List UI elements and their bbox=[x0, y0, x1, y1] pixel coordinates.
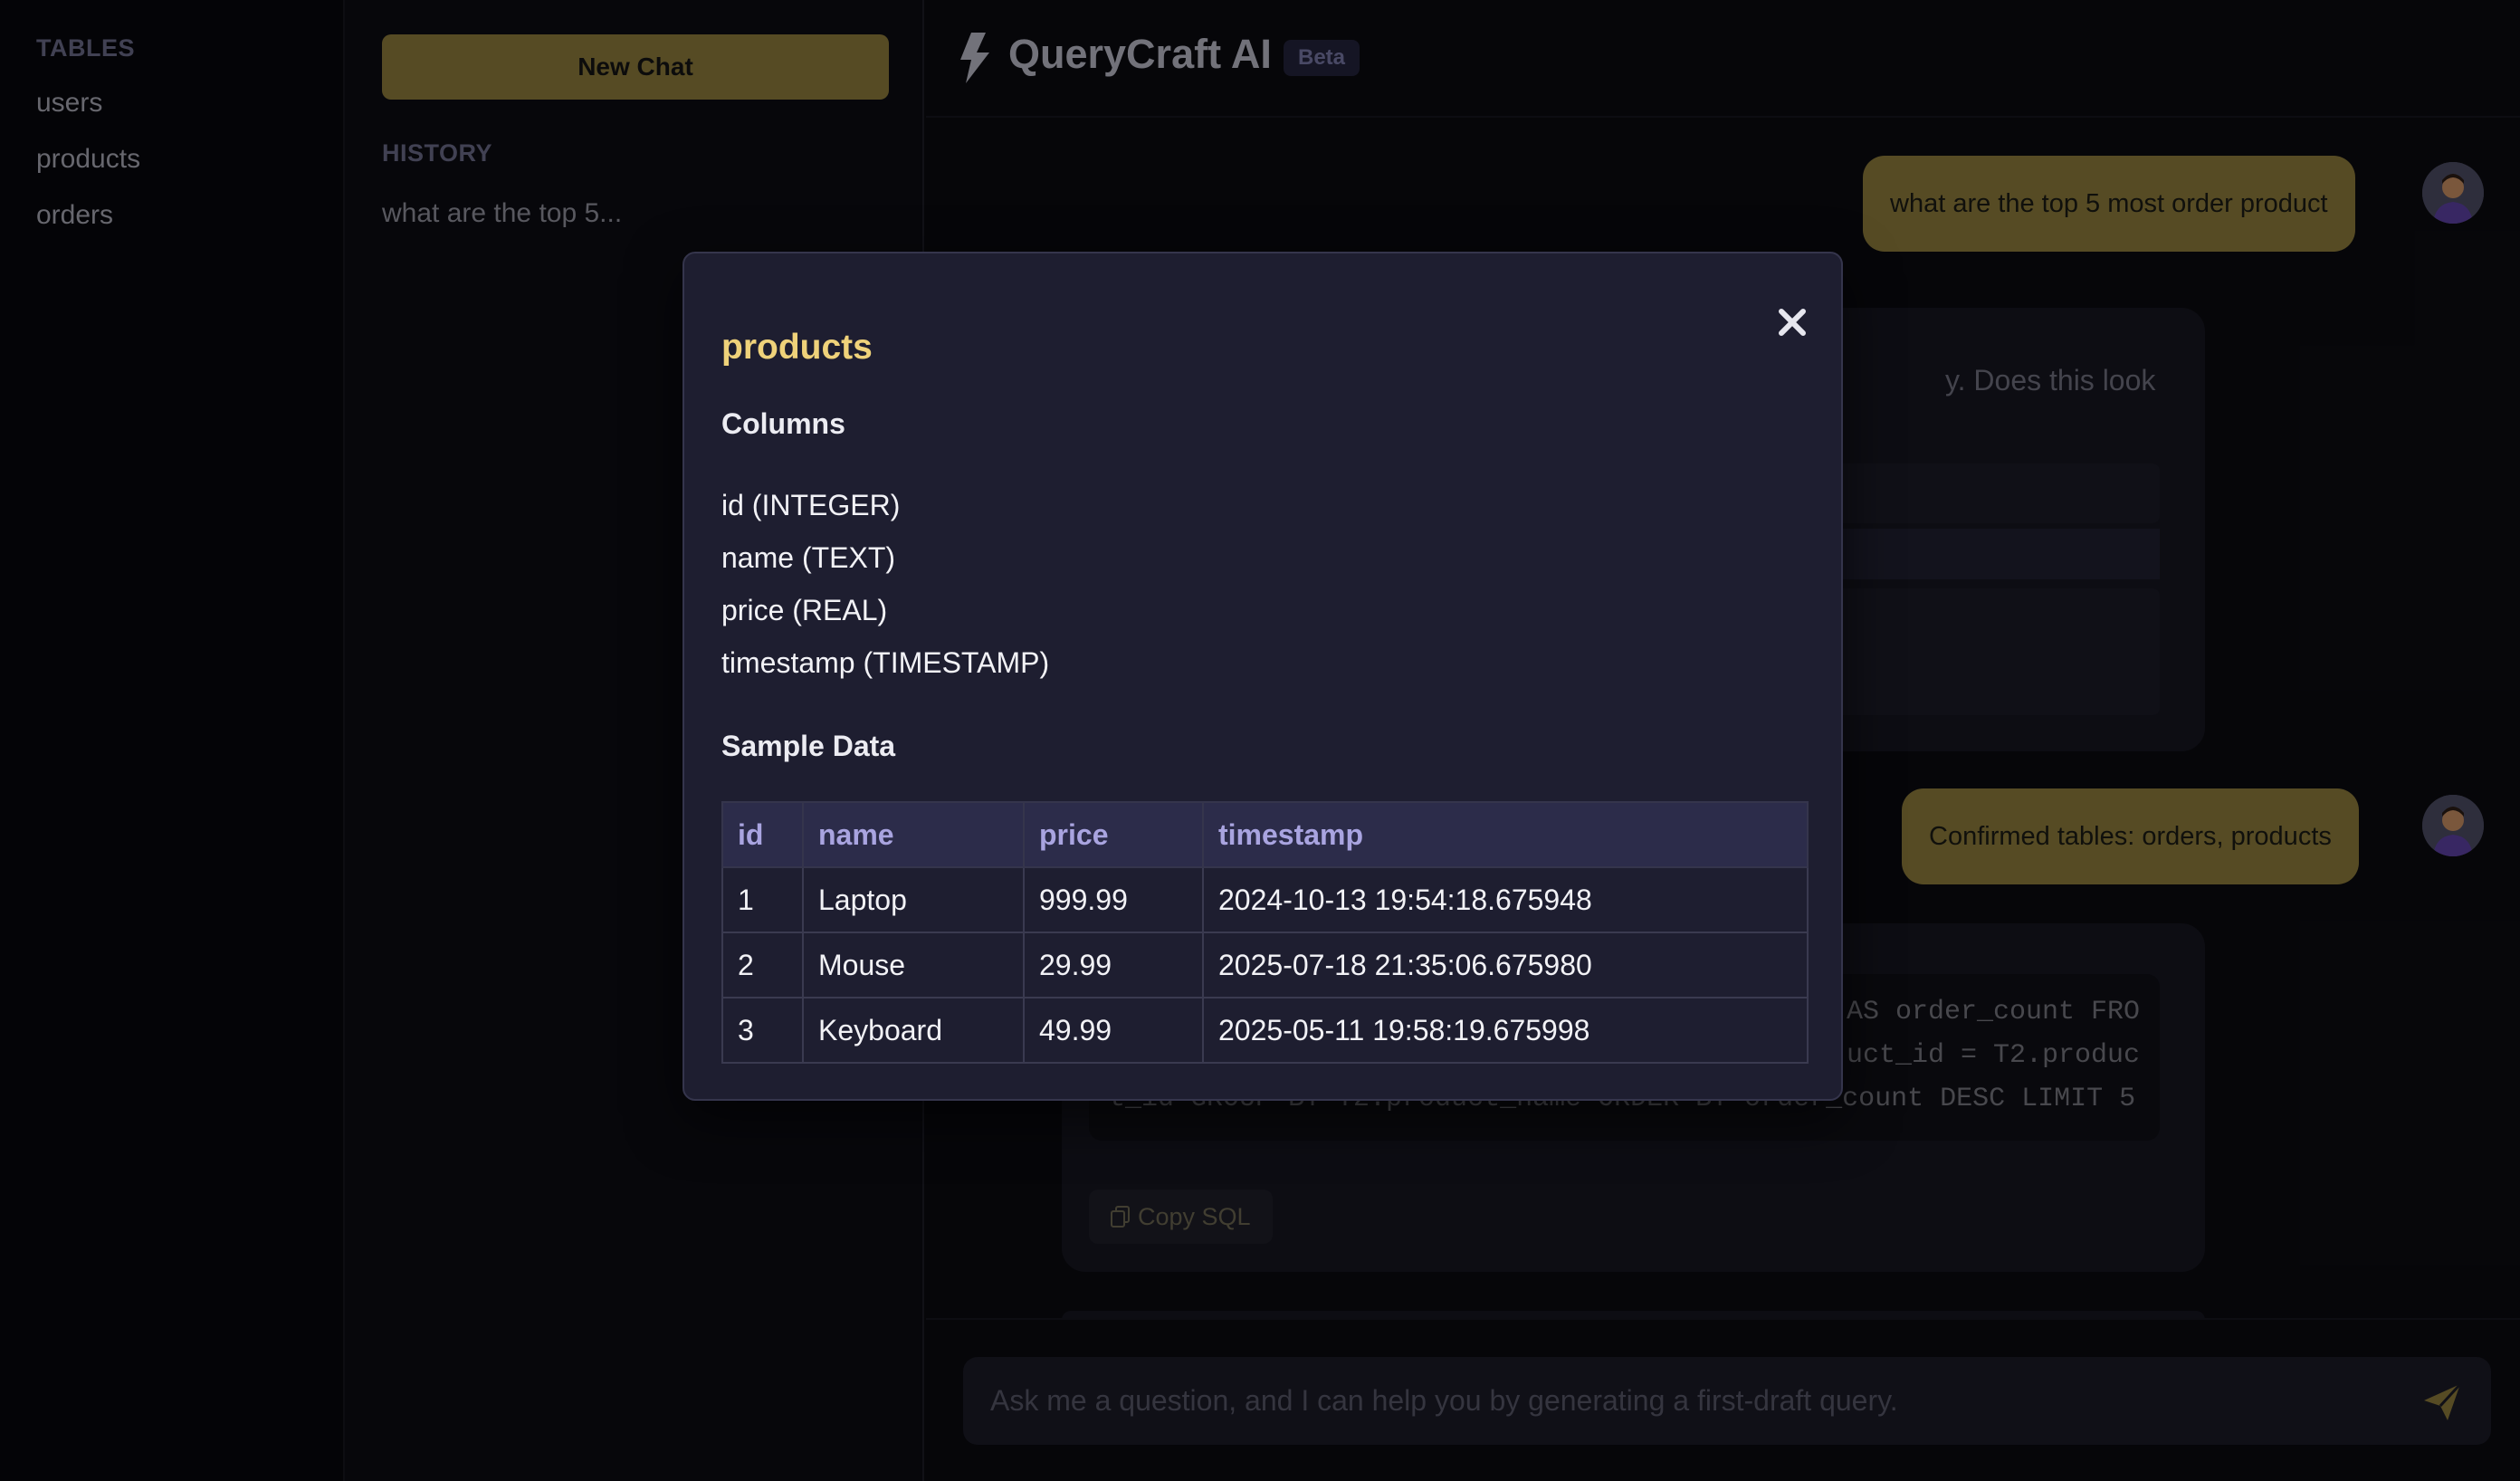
table-cell: 1 bbox=[721, 866, 804, 933]
table-row: 3 Keyboard 49.99 2025-05-11 19:58:19.675… bbox=[721, 997, 1809, 1064]
table-cell: 2 bbox=[721, 932, 804, 998]
sample-data-heading: Sample Data bbox=[721, 730, 896, 762]
column-item: timestamp (TIMESTAMP) bbox=[721, 646, 1050, 679]
table-header-cell: id bbox=[721, 801, 804, 868]
table-row: 1 Laptop 999.99 2024-10-13 19:54:18.6759… bbox=[721, 866, 1809, 933]
sample-data-table: id name price timestamp 1 Laptop 999.99 … bbox=[721, 801, 1809, 1064]
table-cell: Mouse bbox=[802, 932, 1025, 998]
modal-title: products bbox=[721, 328, 873, 367]
table-header-cell: price bbox=[1023, 801, 1204, 868]
table-cell: 49.99 bbox=[1023, 997, 1204, 1064]
close-icon[interactable] bbox=[1772, 302, 1812, 342]
table-cell: 29.99 bbox=[1023, 932, 1204, 998]
table-cell: 2025-07-18 21:35:06.675980 bbox=[1202, 932, 1809, 998]
table-cell: 999.99 bbox=[1023, 866, 1204, 933]
table-header-cell: name bbox=[802, 801, 1025, 868]
table-header-row: id name price timestamp bbox=[721, 801, 1809, 868]
column-item: name (TEXT) bbox=[721, 541, 896, 574]
table-cell: 2025-05-11 19:58:19.675998 bbox=[1202, 997, 1809, 1064]
table-cell: Keyboard bbox=[802, 997, 1025, 1064]
table-row: 2 Mouse 29.99 2025-07-18 21:35:06.675980 bbox=[721, 932, 1809, 998]
table-cell: Laptop bbox=[802, 866, 1025, 933]
table-cell: 2024-10-13 19:54:18.675948 bbox=[1202, 866, 1809, 933]
table-header-cell: timestamp bbox=[1202, 801, 1809, 868]
column-item: price (REAL) bbox=[721, 594, 888, 626]
table-schema-modal: products Columns id (INTEGER) name (TEXT… bbox=[682, 252, 1843, 1101]
columns-heading: Columns bbox=[721, 407, 845, 440]
table-cell: 3 bbox=[721, 997, 804, 1064]
column-item: id (INTEGER) bbox=[721, 489, 901, 521]
